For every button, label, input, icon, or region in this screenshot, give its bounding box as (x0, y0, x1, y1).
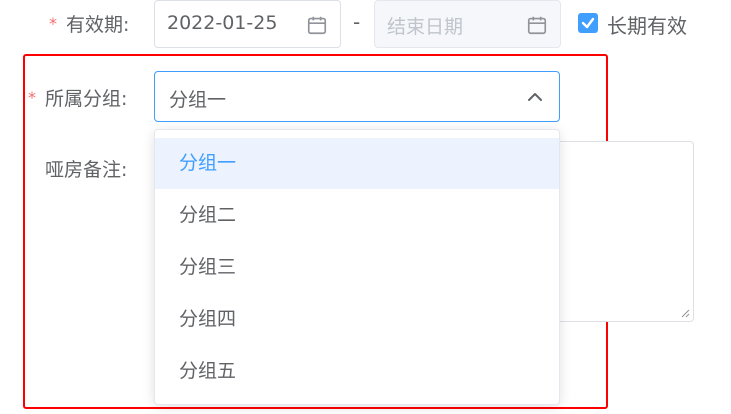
start-date-input[interactable]: 2022-01-25 (154, 0, 341, 48)
dropdown-option-1[interactable]: 分组一 (155, 138, 559, 189)
calendar-icon[interactable] (526, 14, 548, 36)
group-dropdown: 分组一 分组二 分组三 分组四 分组五 (154, 129, 560, 405)
long-term-label[interactable]: 长期有效 (607, 10, 687, 39)
group-required-mark: * (28, 88, 36, 107)
group-select[interactable]: 分组一 (154, 71, 560, 122)
group-label: 所属分组: (45, 88, 128, 110)
group-select-value: 分组一 (169, 89, 227, 111)
end-date-placeholder: 结束日期 (387, 16, 464, 38)
calendar-icon[interactable] (306, 14, 328, 36)
resize-handle-icon[interactable] (680, 308, 690, 318)
end-date-input[interactable]: 结束日期 (374, 0, 561, 48)
remark-label: 哑房备注: (45, 159, 128, 181)
date-range-separator: - (353, 10, 361, 34)
validity-label: 有效期: (66, 14, 130, 36)
validity-required-mark: * (49, 14, 57, 33)
start-date-value: 2022-01-25 (167, 12, 278, 34)
dropdown-option-3[interactable]: 分组三 (155, 242, 559, 293)
long-term-checkbox[interactable] (578, 13, 598, 33)
check-icon (581, 17, 595, 29)
chevron-up-icon[interactable] (525, 87, 545, 107)
remark-textarea[interactable] (560, 141, 694, 322)
dropdown-option-4[interactable]: 分组四 (155, 294, 559, 345)
dropdown-option-5[interactable]: 分组五 (155, 346, 559, 397)
dropdown-option-2[interactable]: 分组二 (155, 190, 559, 241)
